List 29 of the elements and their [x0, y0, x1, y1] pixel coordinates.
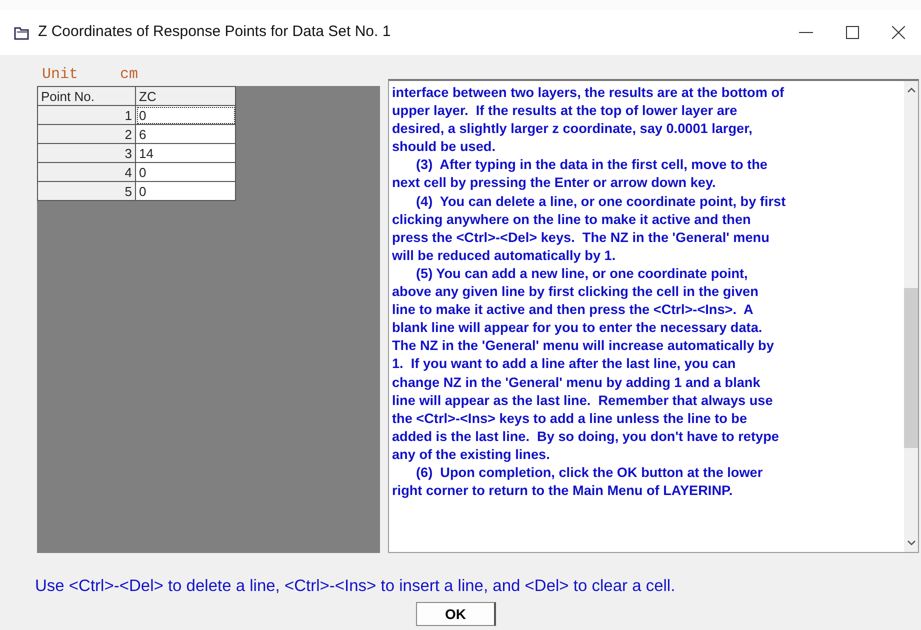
- row-header[interactable]: 4: [38, 162, 136, 182]
- unit-label: Unit: [42, 65, 78, 85]
- column-header: ZC: [136, 86, 236, 106]
- ok-button[interactable]: OK: [416, 602, 496, 626]
- help-paragraph: (6) Upon completion, click the OK button at the lower right corner to return to the Main Menu of LAYERINP.: [392, 464, 764, 500]
- maximize-icon[interactable]: [846, 26, 858, 39]
- help-paragraph: (4) You can delete a line, or one coordinate point, by first clicking anywhere on the line to make it active and then press the <Ctrl>-<Del> keys. The NZ in the 'General' menu will be reduced automatically by 1.: [392, 192, 787, 265]
- help-paragraph: (5) You can add a new line, or one coordinate point, above any given line by first clicking the cell in the given line to make it active and then press the <Ctrl>-<Ins>. A blank line will appear for you to enter the necessary data. The NZ in the 'General' menu will increase automatically by 1. If you want to add a line after the last line, you can change NZ in the 'General' menu by adding 1 and a blank line will appear as the last line. Remember that always use the <Ctrl>-<Ins> keys to add a line unless the line to be added is the last line. By so doing, you don't have to retype any of the existing lines.: [392, 264, 780, 464]
- table-cell[interactable]: 0: [136, 182, 236, 200]
- window-title: Z Coordinates of Response Points for Data Set No. 1: [38, 22, 391, 42]
- row-header[interactable]: 5: [38, 182, 136, 200]
- column-header: Point No.: [38, 86, 136, 106]
- table-cell[interactable]: 0: [136, 162, 236, 182]
- scroll-up-icon[interactable]: [906, 87, 916, 93]
- help-paragraph: (3) After typing in the data in the first cell, move to the next cell by pressing the Enter or arrow down key.: [392, 156, 768, 192]
- help-paragraph: interface between two layers, the results are at the bottom of upper layer. If the results at the top of lower layer are desired, a slightly larger z coordinate, say 0.0001 larger, should be used.: [392, 84, 786, 156]
- scroll-down-icon[interactable]: [906, 540, 916, 546]
- table-cell[interactable]: 6: [136, 124, 236, 144]
- table-cell[interactable]: 14: [136, 144, 236, 162]
- unit-value: cm: [120, 65, 138, 85]
- table-cell[interactable]: 0: [136, 106, 236, 124]
- row-header[interactable]: 3: [38, 144, 136, 162]
- app-icon: [14, 26, 30, 40]
- row-header[interactable]: 2: [38, 124, 136, 144]
- minimize-icon[interactable]: [799, 32, 813, 34]
- row-header[interactable]: 1: [38, 106, 136, 124]
- hint-text: Use <Ctrl>-<Del> to delete a line, <Ctrl>-<Ins> to insert a line, and <Del> to clear a cell.: [35, 576, 676, 597]
- scrollbar-thumb[interactable]: [904, 288, 918, 448]
- close-icon[interactable]: [892, 26, 904, 39]
